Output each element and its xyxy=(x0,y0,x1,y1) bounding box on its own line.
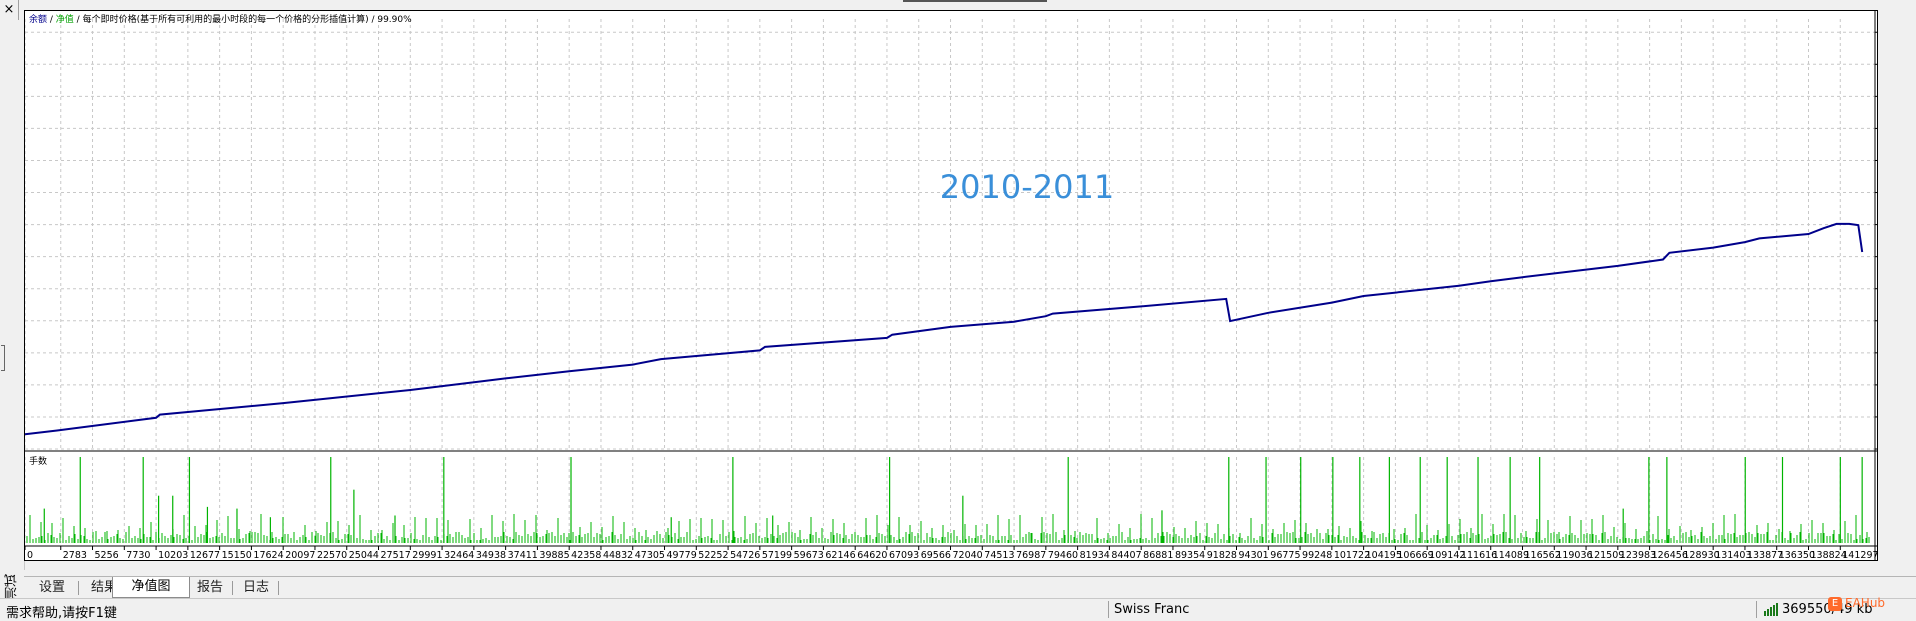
tab-divider xyxy=(78,581,79,595)
volume-label: 手数 xyxy=(29,455,47,467)
status-divider xyxy=(1756,601,1757,618)
x-tick-label: 64620 xyxy=(857,550,887,560)
x-tick-label: 79460 xyxy=(1048,550,1078,560)
close-button[interactable]: × xyxy=(0,0,19,21)
tab-divider xyxy=(232,581,233,595)
x-tick-label: 94301 xyxy=(1239,550,1269,560)
x-tick-label: 76987 xyxy=(1016,550,1046,560)
x-tick-label: 39885 xyxy=(539,550,569,560)
x-tick-label: 44832 xyxy=(603,550,633,560)
x-tick-label: 37411 xyxy=(508,550,538,560)
tab-divider xyxy=(278,581,279,595)
status-symbol: Swiss Franc xyxy=(1114,602,1190,617)
status-bar: 需求帮助,请按F1键 Swiss Franc 369550/49 kb xyxy=(0,598,1916,621)
legend-model: 每个即时价格(基于所有可利用的最小时段的每一个价格的分形插值计算) xyxy=(83,13,369,25)
x-tick-label: 15150 xyxy=(222,550,252,560)
x-tick-label: 20097 xyxy=(285,550,315,560)
x-tick-label: 91828 xyxy=(1207,550,1237,560)
x-tick-label: 59673 xyxy=(794,550,824,560)
volume-bars xyxy=(26,457,1870,543)
x-tick-label: 81934 xyxy=(1080,550,1110,560)
x-tick-label: 29991 xyxy=(412,550,442,560)
x-tick-label: 5256 xyxy=(95,550,119,560)
tab-settings[interactable]: 设置 xyxy=(32,578,72,597)
legend-quality: 99.90% xyxy=(377,15,412,25)
balance-line xyxy=(24,222,1864,436)
tester-tabbar: 设置 结果 净值图 报告 日志 xyxy=(24,576,1916,598)
x-tick-label: 89354 xyxy=(1175,550,1205,560)
tab-equity-chart[interactable]: 净值图 xyxy=(112,577,190,598)
tab-journal[interactable]: 日志 xyxy=(236,578,276,597)
x-tick-label: 52252 xyxy=(698,550,728,560)
top-edge-bar xyxy=(903,0,1047,2)
x-tick-label: 17624 xyxy=(253,550,283,560)
x-tick-label: 86881 xyxy=(1143,550,1173,560)
chart-canvas: 6374226263456152696041925931155820385709… xyxy=(24,11,1916,561)
x-tick-label: 96775 xyxy=(1270,550,1300,560)
x-tick-label: 0 xyxy=(27,550,33,560)
equity-chart: 6374226263456152696041925931155820385709… xyxy=(24,10,1916,561)
splitter-handle[interactable] xyxy=(1,345,5,371)
x-tick-label: 141297 xyxy=(1842,550,1877,560)
chart-legend: 余额 / 净值 / 每个即时价格(基于所有可利用的最小时段的每一个价格的分形插值… xyxy=(29,13,412,25)
x-tick-label: 34938 xyxy=(476,550,506,560)
status-divider xyxy=(1108,601,1109,618)
volume-grid xyxy=(24,457,1841,543)
x-tick-label: 69566 xyxy=(921,550,951,560)
x-tick-label: 54726 xyxy=(730,550,760,560)
x-tick-label: 27517 xyxy=(381,550,411,560)
eahub-watermark: EAHub xyxy=(1845,596,1886,610)
main-grid xyxy=(24,19,1875,450)
eahub-logo-icon: E xyxy=(1828,597,1842,611)
x-tick-label: 99248 xyxy=(1302,550,1332,560)
status-help-text: 需求帮助,请按F1键 xyxy=(6,606,117,621)
x-tick-label: 10203 xyxy=(158,550,188,560)
legend-balance: 余额 xyxy=(29,13,47,25)
connection-bars-icon xyxy=(1764,603,1778,616)
x-tick-label: 25044 xyxy=(349,550,379,560)
legend-equity: 净值 xyxy=(56,13,74,25)
x-tick-label: 2783 xyxy=(63,550,87,560)
left-panel-edge xyxy=(0,20,25,570)
x-tick-label: 72040 xyxy=(953,550,983,560)
x-tick-label: 47305 xyxy=(635,550,665,560)
x-tick-label: 49779 xyxy=(667,550,697,560)
period-annotation: 2010-2011 xyxy=(940,168,1114,206)
x-tick-label: 12677 xyxy=(190,550,220,560)
x-tick-label: 84407 xyxy=(1111,550,1141,560)
time-axis: 0 2783 5256 7730 10203 12677 15150 17624 20097 22… xyxy=(24,546,1879,561)
x-tick-label: 62146 xyxy=(825,550,855,560)
x-tick-label: 57199 xyxy=(762,550,792,560)
x-tick-label: 67093 xyxy=(889,550,919,560)
x-tick-label: 74513 xyxy=(984,550,1014,560)
x-tick-label: 32464 xyxy=(444,550,474,560)
x-tick-label: 7730 xyxy=(126,550,150,560)
x-tick-label: 22570 xyxy=(317,550,347,560)
side-panel-title: 测试 xyxy=(5,574,20,600)
x-tick-label: 42358 xyxy=(571,550,601,560)
tab-report[interactable]: 报告 xyxy=(190,578,230,597)
